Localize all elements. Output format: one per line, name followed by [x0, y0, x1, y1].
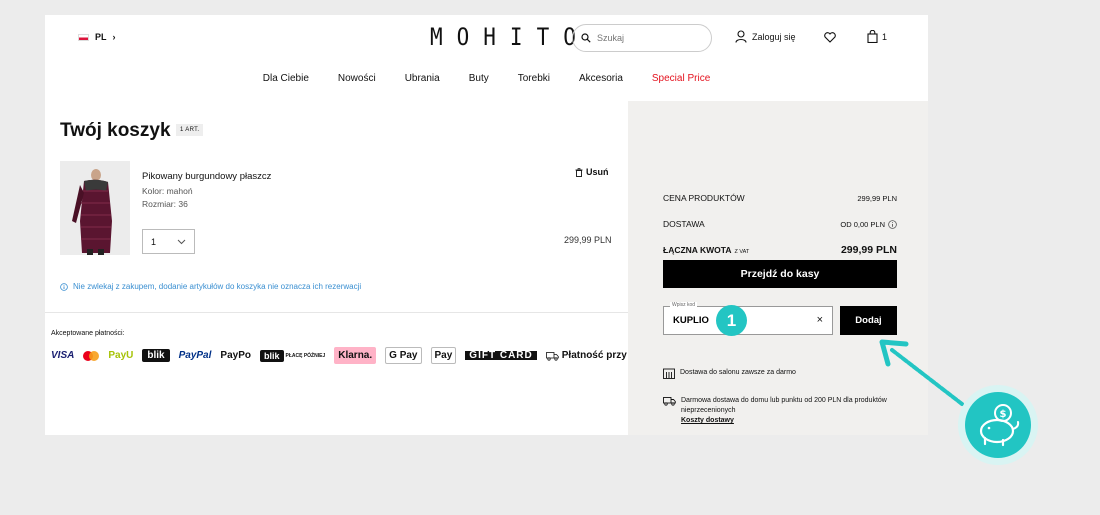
shopping-bag-icon [867, 30, 878, 43]
discount-code-label: Wpisz kod [670, 302, 698, 308]
home-delivery-text-group: Darmowa dostawa do domu lub punktu od 20… [681, 396, 899, 426]
payu-logo: PayU [108, 350, 134, 361]
nav-item-nowosci[interactable]: Nowości [338, 73, 376, 84]
checkout-button[interactable]: Przejdź do kasy [663, 260, 897, 288]
reservation-info: Nie zwlekaj z zakupem, dodanie artykułów… [60, 282, 361, 291]
mastercard-logo [83, 350, 100, 361]
google-pay-logo: G Pay [385, 347, 422, 364]
savings-badge: $ [958, 385, 1038, 465]
user-icon [735, 30, 747, 43]
blik-label: blik [259, 349, 284, 362]
delivery-value: OD 0,00 PLN [840, 219, 885, 229]
wishlist-heart-icon[interactable] [824, 32, 836, 43]
product-price: 299,99 PLN [564, 235, 612, 245]
step-number-badge: 1 [716, 305, 747, 336]
cash-on-delivery: Płatność przy odbiorze [545, 349, 672, 361]
nav-item-buty[interactable]: Buty [469, 73, 489, 84]
product-size: Rozmiar: 36 [142, 199, 188, 209]
divider [45, 312, 628, 313]
search-icon [581, 33, 591, 43]
paypal-logo: PayPal [178, 350, 212, 361]
delivery-truck-icon [663, 397, 676, 406]
cart-link[interactable]: 1 [867, 30, 887, 43]
nav-item-ubrania[interactable]: Ubrania [405, 73, 440, 84]
main-nav: Dla Ciebie Nowości Ubrania Buty Torebki … [45, 73, 928, 84]
klarna-logo: Klarna. [334, 347, 377, 364]
quantity-value: 1 [151, 236, 157, 247]
login-label: Zaloguj się [752, 31, 796, 42]
search-input[interactable] [597, 33, 697, 43]
paypo-logo: PayPo [220, 350, 251, 361]
products-label: CENA PRODUKTÓW [663, 193, 745, 203]
apple-pay-label: Pay [434, 350, 453, 361]
delivery-value-group: OD 0,00 PLN [840, 220, 897, 229]
nav-item-special-price[interactable]: Special Price [652, 73, 710, 84]
product-name[interactable]: Pikowany burgundowy płaszcz [142, 171, 271, 182]
store-delivery-info: Dostawa do salonu zawsze za darmo [663, 368, 796, 379]
brand-logo[interactable]: MOHITO [430, 23, 590, 51]
delivery-truck-icon [545, 351, 559, 361]
chevron-right-icon: › [112, 32, 116, 42]
blik-pay-later-logo: blik PŁACĘ PÓŹNIEJ [259, 349, 326, 362]
coat-illustration [60, 161, 130, 255]
info-icon[interactable] [888, 219, 897, 229]
pointer-arrow-icon [879, 339, 964, 406]
nav-item-akcesoria[interactable]: Akcesoria [579, 73, 623, 84]
products-value: 299,99 PLN [857, 193, 897, 203]
store-delivery-text: Dostawa do salonu zawsze za darmo [680, 369, 796, 376]
language-selector[interactable]: PL › [78, 32, 116, 42]
home-delivery-info: Darmowa dostawa do domu lub punktu od 20… [663, 396, 899, 426]
chevron-down-icon [177, 239, 186, 244]
payment-methods: VISA PayU blik PayPal PayPo blik PŁACĘ P… [51, 347, 672, 364]
remove-button[interactable]: Usuń [575, 167, 609, 177]
summary-products-row: CENA PRODUKTÓW 299,99 PLN [663, 193, 897, 203]
summary-total-row: ŁĄCZNA KWOTA Z VAT 299,99 PLN [663, 244, 897, 256]
total-vat: Z VAT [734, 249, 750, 255]
page-title: Twój koszyk [60, 120, 171, 141]
home-delivery-text: Darmowa dostawa do domu lub punktu od 20… [681, 397, 887, 414]
summary-delivery-row: DOSTAWA OD 0,00 PLN [663, 219, 897, 229]
quantity-select[interactable]: 1 [142, 229, 195, 254]
delivery-costs-link[interactable]: Koszty dostawy [681, 417, 734, 424]
piggy-bank-icon: $ [965, 392, 1031, 458]
total-label: ŁĄCZNA KWOTA [663, 245, 732, 255]
cart-page: PL › MOHITO Zaloguj się 1 Dla Ciebie Now… [45, 15, 928, 435]
nav-item-dla-ciebie[interactable]: Dla Ciebie [263, 73, 309, 84]
nav-item-torebki[interactable]: Torebki [518, 73, 550, 84]
delivery-label: DOSTAWA [663, 219, 705, 229]
total-label-group: ŁĄCZNA KWOTA Z VAT [663, 245, 749, 255]
info-icon [60, 282, 68, 291]
blik-logo: blik [142, 349, 170, 362]
search-box[interactable] [572, 24, 712, 52]
remove-label: Usuń [586, 167, 609, 177]
apple-pay-logo: Pay [430, 347, 457, 364]
visa-logo: VISA [51, 350, 75, 361]
store-icon [663, 368, 675, 379]
gift-card-logo: GIFT CARD [465, 351, 537, 361]
language-label: PL [95, 32, 107, 42]
payments-label: Akceptowane płatności: [51, 330, 125, 337]
discount-code-field[interactable]: Wpisz kod × [663, 302, 833, 335]
svg-text:$: $ [1000, 409, 1007, 420]
trash-icon [575, 167, 583, 177]
product-image[interactable] [60, 161, 130, 255]
poland-flag-icon [78, 33, 89, 41]
login-link[interactable]: Zaloguj się [735, 30, 796, 43]
reservation-info-text: Nie zwlekaj z zakupem, dodanie artykułów… [73, 282, 362, 291]
pay-later-label: PŁACĘ PÓŹNIEJ [285, 352, 326, 359]
clear-icon[interactable]: × [817, 314, 823, 326]
total-value: 299,99 PLN [840, 244, 897, 256]
cart-count: 1 [882, 31, 888, 42]
product-color: Kolor: mahoń [142, 186, 193, 196]
item-count-badge: 1 ART. [176, 124, 204, 136]
cash-on-delivery-label: Płatność przy odbiorze [561, 349, 672, 361]
